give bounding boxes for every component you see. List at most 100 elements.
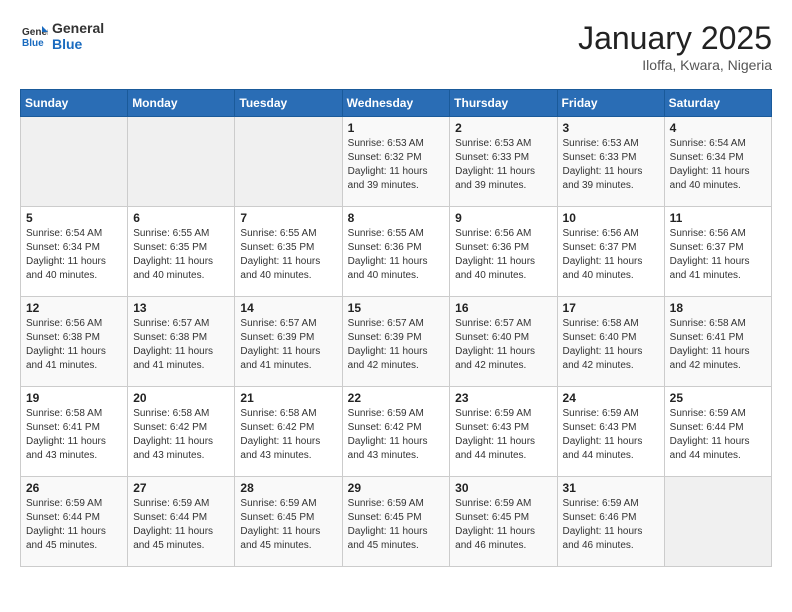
day-number: 2 [455, 121, 551, 135]
day-cell-27: 27 Sunrise: 6:59 AM Sunset: 6:44 PM Dayli… [128, 477, 235, 567]
day-info: Sunrise: 6:58 AM Sunset: 6:41 PM Dayligh… [26, 407, 122, 463]
week-row-1: 1Sunrise: 6:53 AM Sunset: 6:32 PM Daylig… [21, 117, 772, 207]
day-number: 16 [455, 301, 551, 315]
day-info: Sunrise: 6:59 AM Sunset: 6:44 PM Dayligh… [26, 497, 122, 553]
day-info: Sunrise: 6:53 AM Sunset: 6:33 PM Dayligh… [455, 137, 551, 193]
day-info: Sunrise: 6:57 AM Sunset: 6:39 PM Dayligh… [240, 317, 336, 373]
empty-cell [128, 117, 235, 207]
day-number: 13 [133, 301, 229, 315]
day-number: 31 [563, 481, 659, 495]
week-row-5: 26 Sunrise: 6:59 AM Sunset: 6:44 PM Dayli… [21, 477, 772, 567]
day-info: Sunrise: 6:59 AM Sunset: 6:42 PM Dayligh… [348, 407, 445, 463]
day-cell-24: 24 Sunrise: 6:59 AM Sunset: 6:43 PM Dayli… [557, 387, 664, 477]
day-info: Sunrise: 6:59 AM Sunset: 6:43 PM Dayligh… [563, 407, 659, 463]
calendar-header-row: SundayMondayTuesdayWednesdayThursdayFrid… [21, 90, 772, 117]
day-info: Sunrise: 6:54 AM Sunset: 6:34 PM Dayligh… [670, 137, 766, 193]
page-header: General Blue General Blue January 2025 I… [20, 20, 772, 73]
day-info: Sunrise: 6:57 AM Sunset: 6:38 PM Dayligh… [133, 317, 229, 373]
logo-general: General [52, 20, 104, 36]
day-info: Sunrise: 6:57 AM Sunset: 6:39 PM Dayligh… [348, 317, 445, 373]
day-info: Sunrise: 6:55 AM Sunset: 6:36 PM Dayligh… [348, 227, 445, 283]
col-header-thursday: Thursday [450, 90, 557, 117]
logo-blue: Blue [52, 36, 104, 52]
day-cell-10: 10Sunrise: 6:56 AM Sunset: 6:37 PM Dayli… [557, 207, 664, 297]
day-info: Sunrise: 6:59 AM Sunset: 6:45 PM Dayligh… [240, 497, 336, 553]
day-cell-22: 22Sunrise: 6:59 AM Sunset: 6:42 PM Dayli… [342, 387, 450, 477]
day-info: Sunrise: 6:59 AM Sunset: 6:44 PM Dayligh… [133, 497, 229, 553]
day-number: 4 [670, 121, 766, 135]
svg-text:Blue: Blue [22, 38, 44, 49]
col-header-tuesday: Tuesday [235, 90, 342, 117]
day-cell-19: 19Sunrise: 6:58 AM Sunset: 6:41 PM Dayli… [21, 387, 128, 477]
day-info: Sunrise: 6:59 AM Sunset: 6:43 PM Dayligh… [455, 407, 551, 463]
day-number: 15 [348, 301, 445, 315]
day-cell-21: 21 Sunrise: 6:58 AM Sunset: 6:42 PM Dayli… [235, 387, 342, 477]
day-number: 26 [26, 481, 122, 495]
day-cell-15: 15 Sunrise: 6:57 AM Sunset: 6:39 PM Dayli… [342, 297, 450, 387]
day-cell-14: 14 Sunrise: 6:57 AM Sunset: 6:39 PM Dayli… [235, 297, 342, 387]
day-cell-9: 9Sunrise: 6:56 AM Sunset: 6:36 PM Daylig… [450, 207, 557, 297]
empty-cell [235, 117, 342, 207]
day-number: 18 [670, 301, 766, 315]
day-cell-28: 28 Sunrise: 6:59 AM Sunset: 6:45 PM Dayli… [235, 477, 342, 567]
day-number: 30 [455, 481, 551, 495]
day-info: Sunrise: 6:59 AM Sunset: 6:46 PM Dayligh… [563, 497, 659, 553]
day-cell-29: 29 Sunrise: 6:59 AM Sunset: 6:45 PM Dayli… [342, 477, 450, 567]
title-block: January 2025 Iloffa, Kwara, Nigeria [578, 20, 772, 73]
empty-cell [21, 117, 128, 207]
day-cell-4: 4 Sunrise: 6:54 AM Sunset: 6:34 PM Daylig… [664, 117, 771, 207]
day-cell-8: 8 Sunrise: 6:55 AM Sunset: 6:36 PM Daylig… [342, 207, 450, 297]
day-cell-2: 2 Sunrise: 6:53 AM Sunset: 6:33 PM Daylig… [450, 117, 557, 207]
day-number: 25 [670, 391, 766, 405]
logo-icon: General Blue [20, 22, 48, 50]
day-number: 7 [240, 211, 336, 225]
day-info: Sunrise: 6:58 AM Sunset: 6:42 PM Dayligh… [240, 407, 336, 463]
week-row-3: 12Sunrise: 6:56 AM Sunset: 6:38 PM Dayli… [21, 297, 772, 387]
day-info: Sunrise: 6:59 AM Sunset: 6:45 PM Dayligh… [348, 497, 445, 553]
day-number: 17 [563, 301, 659, 315]
day-info: Sunrise: 6:54 AM Sunset: 6:34 PM Dayligh… [26, 227, 122, 283]
day-number: 29 [348, 481, 445, 495]
day-cell-31: 31 Sunrise: 6:59 AM Sunset: 6:46 PM Dayli… [557, 477, 664, 567]
day-info: Sunrise: 6:57 AM Sunset: 6:40 PM Dayligh… [455, 317, 551, 373]
day-cell-16: 16 Sunrise: 6:57 AM Sunset: 6:40 PM Dayli… [450, 297, 557, 387]
day-number: 28 [240, 481, 336, 495]
day-number: 3 [563, 121, 659, 135]
day-cell-12: 12Sunrise: 6:56 AM Sunset: 6:38 PM Dayli… [21, 297, 128, 387]
col-header-saturday: Saturday [664, 90, 771, 117]
logo: General Blue General Blue [20, 20, 104, 52]
day-info: Sunrise: 6:58 AM Sunset: 6:41 PM Dayligh… [670, 317, 766, 373]
day-info: Sunrise: 6:55 AM Sunset: 6:35 PM Dayligh… [240, 227, 336, 283]
col-header-sunday: Sunday [21, 90, 128, 117]
day-number: 12 [26, 301, 122, 315]
day-cell-11: 11 Sunrise: 6:56 AM Sunset: 6:37 PM Dayli… [664, 207, 771, 297]
day-info: Sunrise: 6:53 AM Sunset: 6:33 PM Dayligh… [563, 137, 659, 193]
calendar-table: SundayMondayTuesdayWednesdayThursdayFrid… [20, 89, 772, 567]
day-cell-3: 3 Sunrise: 6:53 AM Sunset: 6:33 PM Daylig… [557, 117, 664, 207]
day-number: 1 [348, 121, 445, 135]
day-number: 24 [563, 391, 659, 405]
day-info: Sunrise: 6:56 AM Sunset: 6:37 PM Dayligh… [563, 227, 659, 283]
day-number: 21 [240, 391, 336, 405]
day-number: 5 [26, 211, 122, 225]
day-number: 23 [455, 391, 551, 405]
day-info: Sunrise: 6:58 AM Sunset: 6:40 PM Dayligh… [563, 317, 659, 373]
empty-cell [664, 477, 771, 567]
day-number: 6 [133, 211, 229, 225]
day-number: 14 [240, 301, 336, 315]
day-info: Sunrise: 6:59 AM Sunset: 6:44 PM Dayligh… [670, 407, 766, 463]
day-number: 27 [133, 481, 229, 495]
month-year: January 2025 [578, 20, 772, 57]
day-info: Sunrise: 6:55 AM Sunset: 6:35 PM Dayligh… [133, 227, 229, 283]
week-row-2: 5 Sunrise: 6:54 AM Sunset: 6:34 PM Daylig… [21, 207, 772, 297]
col-header-friday: Friday [557, 90, 664, 117]
day-cell-17: 17 Sunrise: 6:58 AM Sunset: 6:40 PM Dayli… [557, 297, 664, 387]
day-info: Sunrise: 6:58 AM Sunset: 6:42 PM Dayligh… [133, 407, 229, 463]
day-info: Sunrise: 6:56 AM Sunset: 6:36 PM Dayligh… [455, 227, 551, 283]
day-number: 8 [348, 211, 445, 225]
day-cell-1: 1Sunrise: 6:53 AM Sunset: 6:32 PM Daylig… [342, 117, 450, 207]
day-info: Sunrise: 6:56 AM Sunset: 6:37 PM Dayligh… [670, 227, 766, 283]
day-cell-5: 5 Sunrise: 6:54 AM Sunset: 6:34 PM Daylig… [21, 207, 128, 297]
day-cell-7: 7 Sunrise: 6:55 AM Sunset: 6:35 PM Daylig… [235, 207, 342, 297]
day-number: 11 [670, 211, 766, 225]
